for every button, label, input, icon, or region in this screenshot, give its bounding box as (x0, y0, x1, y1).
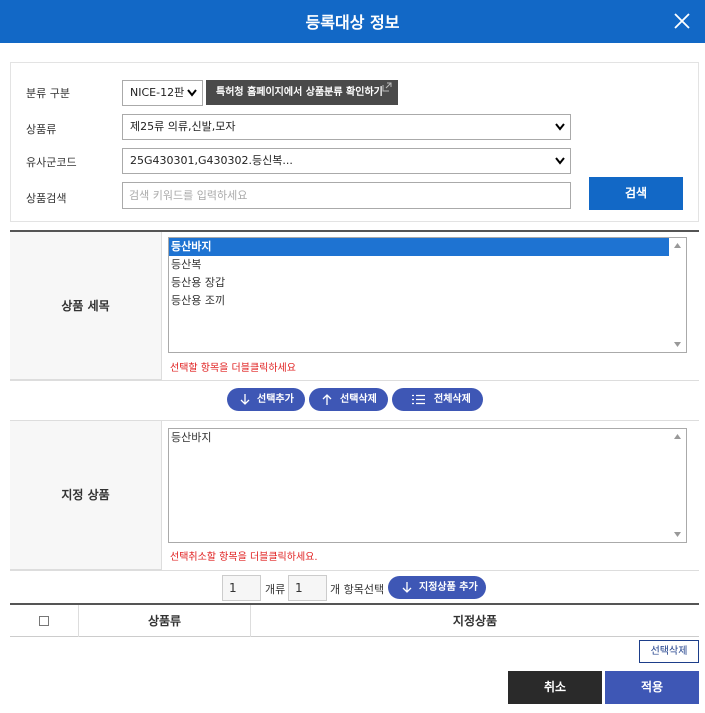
category-select-value: 제25류 의류,신발,모자 (130, 120, 236, 133)
item-count-unit: 개 항목선택 (330, 583, 385, 596)
dialog-header: 등록대상 정보 (0, 0, 705, 43)
row-divider (10, 380, 699, 381)
designated-goods-items: 등산바지 (169, 429, 686, 447)
column-header-goods: 지정상품 (452, 614, 498, 628)
search-button[interactable]: 검색 (589, 177, 683, 210)
remove-selected-button[interactable]: 선택삭제 (309, 388, 388, 411)
class-count-unit: 개류 (265, 583, 286, 596)
designated-goods-hint: 선택취소할 항목을 더블클릭하세요. (170, 552, 318, 563)
chevron-down-icon (555, 157, 565, 165)
kipo-link-label: 특허청 홈페이지에서 상품분류 확인하기 (216, 87, 383, 98)
scroll-down-icon[interactable] (674, 532, 681, 537)
designated-goods-label: 지정 상품 (10, 421, 162, 570)
add-selected-button[interactable]: 선택추가 (227, 388, 305, 411)
select-all-checkbox[interactable] (39, 616, 49, 626)
add-designated-button[interactable]: 지정상품 추가 (388, 576, 486, 599)
apply-button[interactable]: 적용 (605, 671, 699, 704)
list-item[interactable]: 등산바지 (169, 429, 669, 447)
class-label: 분류 구분 (26, 87, 70, 100)
keyword-placeholder: 검색 키워드를 입력하세요 (129, 189, 248, 202)
goods-detail-items: 등산바지 등산복 등산용 장갑 등산용 조끼 (169, 238, 686, 310)
goods-detail-label: 상품 세목 (10, 232, 162, 380)
chevron-down-icon (187, 89, 197, 97)
keyword-label: 상품검색 (26, 192, 67, 205)
cancel-button[interactable]: 취소 (508, 671, 602, 704)
designated-goods-listbox[interactable]: 등산바지 (168, 428, 687, 543)
category-select[interactable]: 제25류 의류,신발,모자 (122, 114, 571, 140)
list-icon (412, 394, 425, 405)
class-count-field[interactable]: 1 (222, 575, 261, 601)
remove-all-button[interactable]: 전체삭제 (392, 388, 483, 411)
similar-code-select[interactable]: 25G430301,G430302.등신복... (122, 148, 571, 174)
class-select-value: NICE-12판 (130, 86, 185, 99)
remove-selected-label: 선택삭제 (340, 394, 377, 405)
column-header-class: 상품류 (79, 605, 251, 637)
arrow-down-icon (240, 394, 250, 405)
arrow-down-icon (402, 582, 412, 593)
scroll-up-icon[interactable] (674, 434, 681, 439)
scroll-down-icon[interactable] (674, 342, 681, 347)
delete-selected-button[interactable]: 선택삭제 (639, 640, 699, 663)
goods-detail-scrollbar[interactable] (669, 238, 686, 352)
item-count-field[interactable]: 1 (288, 575, 327, 601)
keyword-input[interactable]: 검색 키워드를 입력하세요 (122, 182, 571, 209)
list-item[interactable]: 등산복 (169, 256, 669, 274)
similar-code-label: 유사군코드 (26, 156, 77, 169)
row-divider (10, 570, 699, 571)
kipo-link-button[interactable]: 특허청 홈페이지에서 상품분류 확인하기 (206, 80, 398, 105)
arrow-up-icon (322, 394, 332, 405)
goods-detail-listbox[interactable]: 등산바지 등산복 등산용 장갑 등산용 조끼 (168, 237, 687, 353)
dialog-title: 등록대상 정보 (305, 13, 400, 32)
external-link-icon (382, 82, 392, 92)
chevron-down-icon (555, 123, 565, 131)
designated-goods-scrollbar[interactable] (669, 429, 686, 542)
goods-detail-hint: 선택할 항목을 더블클릭하세요 (170, 363, 296, 374)
result-table-header: 상품류 지정상품 (10, 603, 699, 637)
select-all-cell (10, 605, 79, 637)
list-item[interactable]: 등산바지 (169, 238, 669, 256)
list-item[interactable]: 등산용 장갑 (169, 274, 669, 292)
list-item[interactable]: 등산용 조끼 (169, 292, 669, 310)
add-designated-label: 지정상품 추가 (419, 582, 478, 593)
similar-code-value: 25G430301,G430302.등신복... (130, 154, 293, 167)
scroll-up-icon[interactable] (674, 243, 681, 248)
remove-all-label: 전체삭제 (434, 394, 471, 405)
add-selected-label: 선택추가 (257, 394, 294, 405)
close-icon[interactable] (669, 8, 695, 34)
category-label: 상품류 (26, 123, 57, 136)
class-select[interactable]: NICE-12판 (122, 80, 203, 106)
